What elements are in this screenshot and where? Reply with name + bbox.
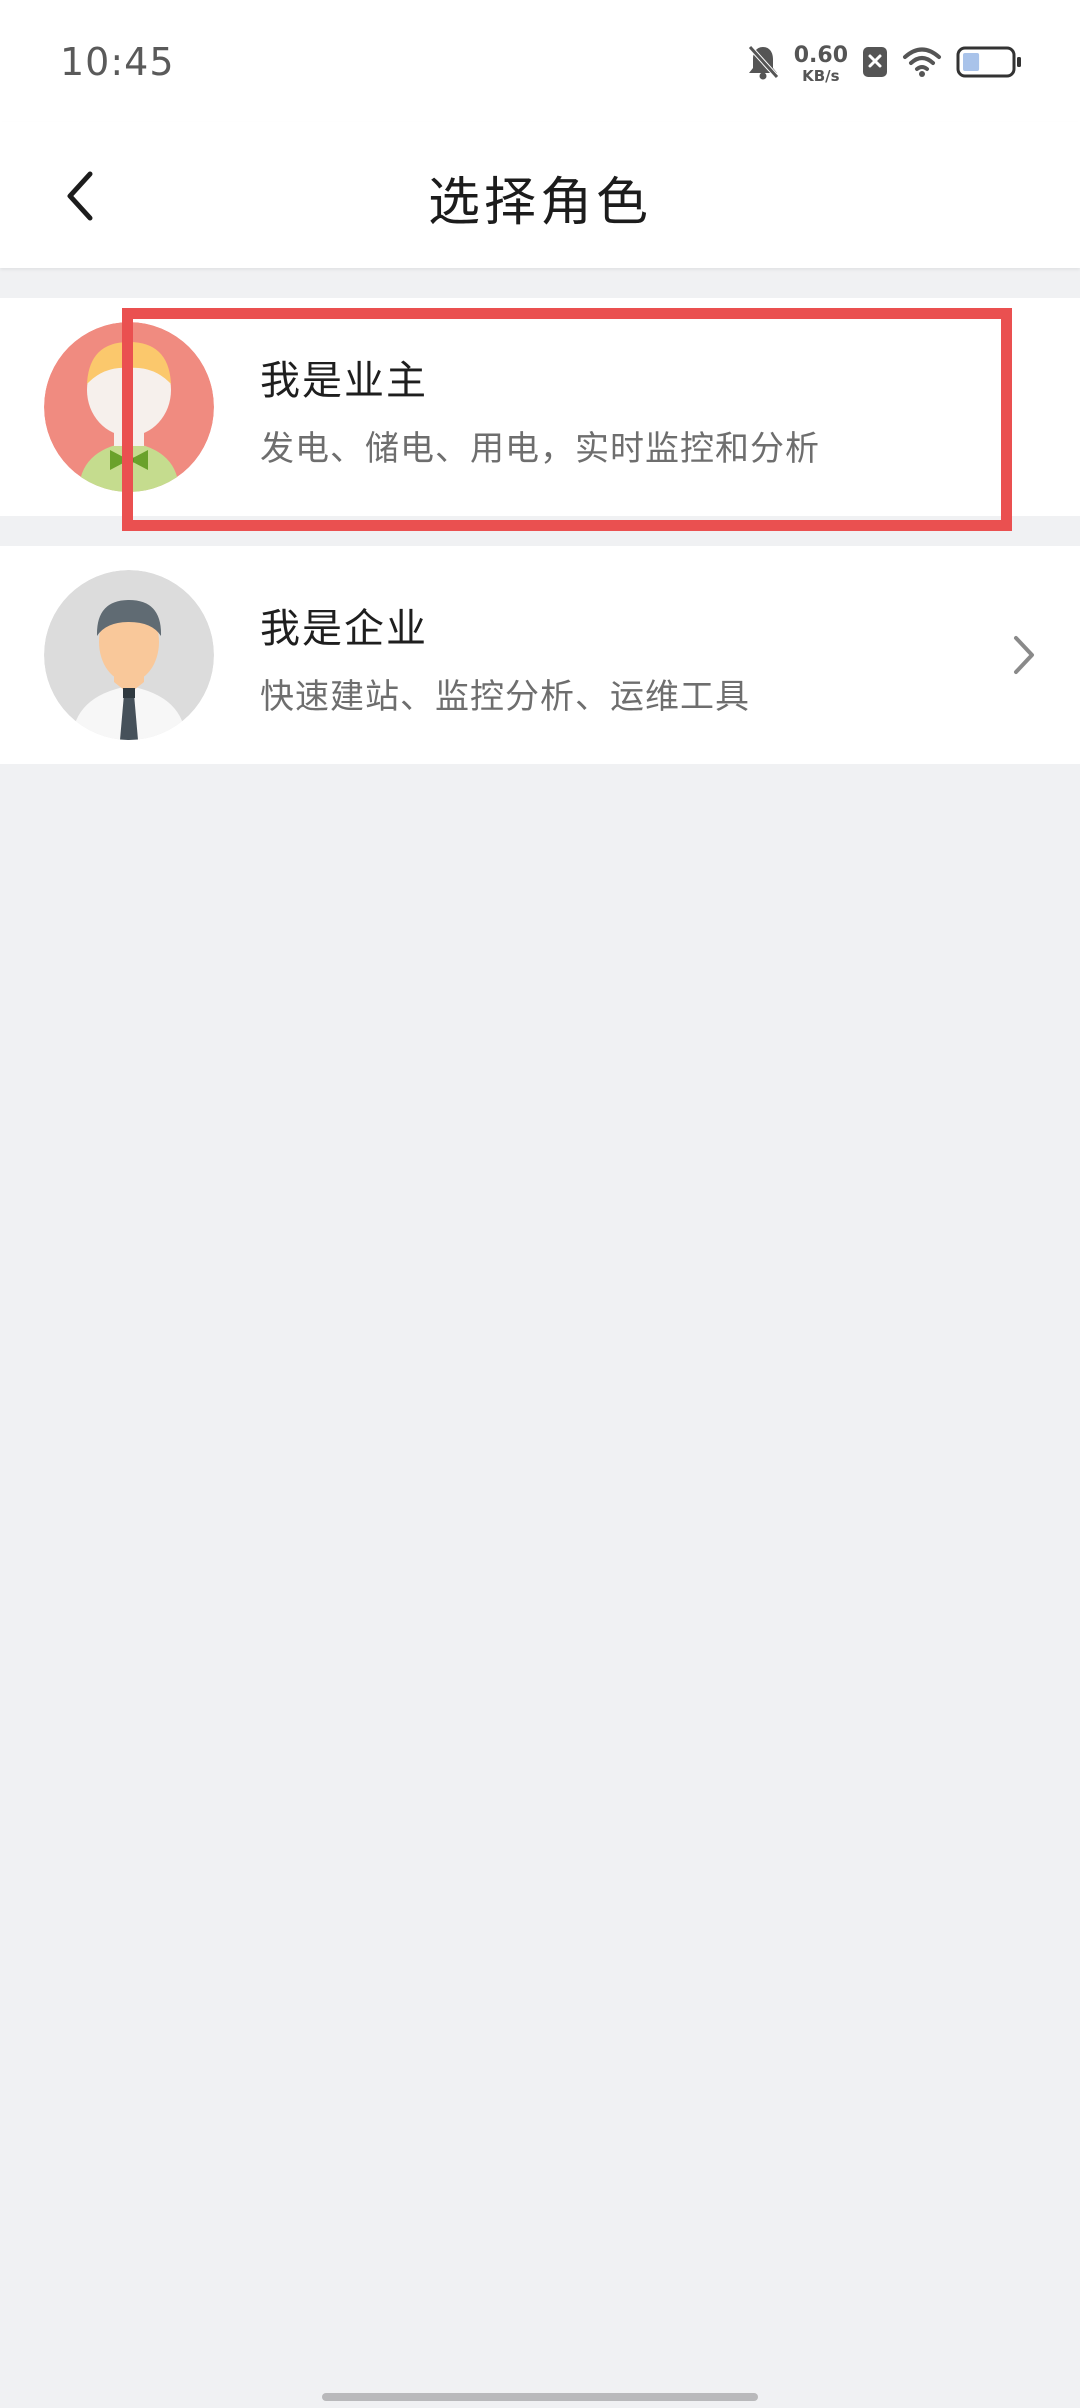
role-description: 发电、储电、用电，实时监控和分析 [260,429,820,469]
app-header: 选择角色 [0,122,1080,268]
owner-avatar-icon [44,322,214,492]
role-description: 快速建站、监控分析、运维工具 [260,677,750,717]
role-title: 我是业主 [260,358,428,404]
chevron-right-icon [1014,636,1034,674]
status-time: 10:45 [60,40,175,84]
role-title: 我是企业 [260,606,428,652]
wifi-icon [902,46,942,82]
sim-blocked-icon [862,46,888,82]
enterprise-avatar-icon [44,570,214,740]
status-bar: 10:45 0.60 KB/s [0,0,1080,122]
page-title: 选择角色 [427,173,652,233]
net-speed-unit: KB/s [802,66,840,85]
role-item-enterprise[interactable]: 我是企业 快速建站、监控分析、运维工具 [0,546,1080,764]
bell-muted-icon [746,43,780,85]
net-speed: 0.60 KB/s [793,42,848,85]
role-list: 我是业主 发电、储电、用电，实时监控和分析 我是企业 快速建站、监控分析、运维工… [0,298,1080,764]
status-icons: 0.60 KB/s [746,40,1022,88]
battery-fill [963,53,980,71]
battery-icon [956,46,1022,82]
role-item-owner[interactable]: 我是业主 发电、储电、用电，实时监控和分析 [0,298,1080,516]
net-speed-value: 0.60 [793,42,848,68]
home-indicator[interactable] [322,2393,758,2401]
